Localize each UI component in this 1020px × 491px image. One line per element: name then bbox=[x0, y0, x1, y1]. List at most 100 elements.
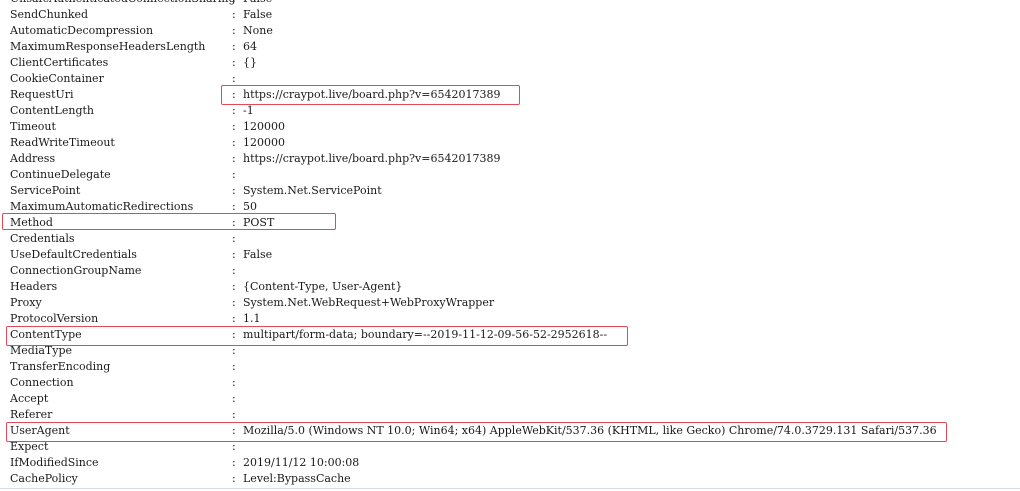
property-name: Proxy bbox=[10, 296, 42, 309]
property-value: 64 bbox=[243, 40, 257, 53]
property-name: UseDefaultCredentials bbox=[10, 248, 137, 261]
property-row-credentials: Credentials: bbox=[0, 231, 1020, 247]
property-separator: : bbox=[232, 424, 236, 437]
property-value: None bbox=[243, 24, 273, 37]
property-name: Accept bbox=[10, 392, 49, 405]
property-name: CookieContainer bbox=[10, 72, 104, 85]
property-value: False bbox=[243, 0, 272, 7]
property-row-continuedelegate: ContinueDelegate: bbox=[0, 167, 1020, 183]
powershell-output: UnsafeAuthenticatedConnectionSharing: Fal… bbox=[0, 0, 1020, 491]
property-value: Mozilla/5.0 (Windows NT 10.0; Win64; x64… bbox=[243, 424, 937, 437]
property-separator: : bbox=[232, 360, 236, 373]
property-name: ReadWriteTimeout bbox=[10, 136, 115, 149]
property-row-cachepolicy: CachePolicy: Level:BypassCache bbox=[0, 471, 1020, 487]
property-row-connection: Connection: bbox=[0, 375, 1020, 391]
property-value: https://craypot.live/board.php?v=6542017… bbox=[243, 88, 501, 101]
property-row-usedefaultcredentials: UseDefaultCredentials: False bbox=[0, 247, 1020, 263]
property-row-mediatype: MediaType: bbox=[0, 343, 1020, 359]
property-row-servicepoint: ServicePoint: System.Net.ServicePoint bbox=[0, 183, 1020, 199]
property-row-referer: Referer: bbox=[0, 407, 1020, 423]
property-row-unsafeauthenticatedconnectionsharing: UnsafeAuthenticatedConnectionSharing: Fal… bbox=[0, 0, 1020, 7]
property-name: TransferEncoding bbox=[10, 360, 111, 373]
property-name: Expect bbox=[10, 440, 49, 453]
property-value: System.Net.WebRequest+WebProxyWrapper bbox=[243, 296, 495, 309]
property-value: POST bbox=[243, 216, 275, 229]
property-name: IfModifiedSince bbox=[10, 456, 99, 469]
property-separator: : bbox=[232, 280, 236, 293]
property-value: False bbox=[243, 248, 273, 261]
property-value: https://craypot.live/board.php?v=6542017… bbox=[243, 152, 501, 165]
property-row-maximumresponseheaderslength: MaximumResponseHeadersLength:64 bbox=[0, 39, 1020, 55]
property-separator: : bbox=[232, 136, 236, 149]
property-separator: : bbox=[232, 248, 236, 261]
property-separator: : bbox=[232, 168, 236, 181]
property-list: UnsafeAuthenticatedConnectionSharing: Fal… bbox=[0, 0, 1020, 487]
property-separator: : bbox=[232, 24, 236, 37]
property-separator: : bbox=[232, 104, 236, 117]
property-name: MaximumAutomaticRedirections bbox=[10, 200, 194, 213]
property-separator: : bbox=[232, 328, 236, 341]
property-row-timeout: Timeout:120000 bbox=[0, 119, 1020, 135]
property-separator: : bbox=[232, 392, 236, 405]
property-name: ContentLength bbox=[10, 104, 95, 117]
property-name: Method bbox=[10, 216, 53, 229]
property-separator: : bbox=[232, 456, 236, 469]
property-separator: : bbox=[232, 200, 236, 213]
property-name: ContentType bbox=[10, 328, 82, 341]
property-separator: : bbox=[232, 184, 236, 197]
property-name: MediaType bbox=[10, 344, 72, 357]
property-name: UserAgent bbox=[10, 424, 70, 437]
property-separator: : bbox=[232, 264, 236, 277]
property-name: AutomaticDecompression bbox=[10, 24, 154, 37]
property-separator: : bbox=[232, 72, 236, 85]
property-separator: : bbox=[232, 344, 236, 357]
property-value: {} bbox=[243, 56, 257, 69]
property-name: Timeout bbox=[10, 120, 56, 133]
property-value: -1 bbox=[243, 104, 254, 117]
property-name: ConnectionGroupName bbox=[10, 264, 142, 277]
property-name: Address bbox=[10, 152, 56, 165]
property-row-headers: Headers: {Content-Type, User-Agent} bbox=[0, 279, 1020, 295]
window-bottom-edge bbox=[0, 488, 1020, 489]
property-row-method: Method: POST bbox=[0, 215, 1020, 231]
property-name: ContinueDelegate bbox=[10, 168, 111, 181]
property-separator: : bbox=[232, 472, 236, 485]
property-separator: : bbox=[232, 232, 236, 245]
property-name: CachePolicy bbox=[10, 472, 78, 485]
property-name: Referer bbox=[10, 408, 53, 421]
property-row-cookiecontainer: CookieContainer: bbox=[0, 71, 1020, 87]
property-value: 1.1 bbox=[243, 312, 261, 325]
property-separator: : bbox=[232, 120, 236, 133]
property-value: multipart/form-data; boundary=--2019-11-… bbox=[243, 328, 608, 341]
property-row-clientcertificates: ClientCertificates: {} bbox=[0, 55, 1020, 71]
property-value: 120000 bbox=[243, 120, 285, 133]
property-row-maximumautomaticredirections: MaximumAutomaticRedirections:50 bbox=[0, 199, 1020, 215]
property-value: System.Net.ServicePoint bbox=[243, 184, 382, 197]
property-separator: : bbox=[232, 440, 236, 453]
property-separator: : bbox=[232, 0, 236, 7]
property-row-expect: Expect: bbox=[0, 439, 1020, 455]
property-separator: : bbox=[232, 88, 236, 101]
property-row-connectiongroupname: ConnectionGroupName: bbox=[0, 263, 1020, 279]
property-value: 50 bbox=[243, 200, 257, 213]
property-name: Headers bbox=[10, 280, 58, 293]
property-row-proxy: Proxy: System.Net.WebRequest+WebProxyWrap… bbox=[0, 295, 1020, 311]
property-value: {Content-Type, User-Agent} bbox=[243, 280, 403, 293]
property-name: MaximumResponseHeadersLength bbox=[10, 40, 206, 53]
property-name: UnsafeAuthenticatedConnectionSharing bbox=[10, 0, 236, 7]
property-row-address: Address: https://craypot.live/board.php?v… bbox=[0, 151, 1020, 167]
property-row-accept: Accept: bbox=[0, 391, 1020, 407]
property-separator: : bbox=[232, 8, 236, 21]
property-separator: : bbox=[232, 152, 236, 165]
property-separator: : bbox=[232, 40, 236, 53]
property-row-automaticdecompression: AutomaticDecompression: None bbox=[0, 23, 1020, 39]
property-row-sendchunked: SendChunked: False bbox=[0, 7, 1020, 23]
property-name: ClientCertificates bbox=[10, 56, 109, 69]
property-name: ServicePoint bbox=[10, 184, 81, 197]
property-name: ProtocolVersion bbox=[10, 312, 99, 325]
property-value: 120000 bbox=[243, 136, 285, 149]
property-separator: : bbox=[232, 376, 236, 389]
property-row-contenttype: ContentType: multipart/form-data; boundar… bbox=[0, 327, 1020, 343]
property-separator: : bbox=[232, 296, 236, 309]
property-separator: : bbox=[232, 56, 236, 69]
